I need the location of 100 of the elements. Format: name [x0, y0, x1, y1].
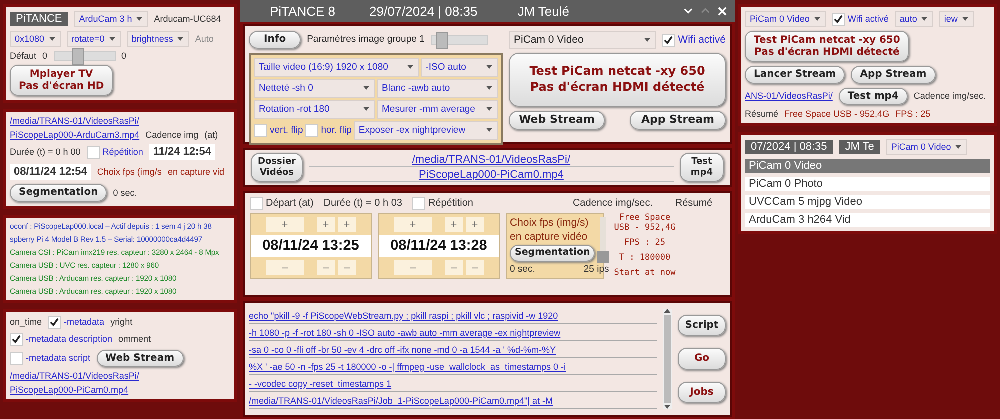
dropdown[interactable]: PiCam 0 Video — [745, 11, 826, 27]
file-path-link[interactable]: PiScopeLap000-PiCam0.mp4 — [10, 385, 129, 395]
file-path-link[interactable]: /media/TRANS-01/VideosRasPi/ — [10, 116, 140, 126]
button[interactable]: Test mp4 — [838, 88, 908, 105]
file-path-link[interactable]: PiScopeLap000-PiCam0.mp4 — [309, 168, 674, 182]
dropdown-option[interactable]: PiCam 0 Video — [745, 159, 990, 173]
label-text: omment — [118, 334, 152, 344]
decrement-button[interactable]: – — [466, 260, 484, 276]
checkbox-box[interactable] — [305, 124, 318, 136]
dropdown[interactable]: iew — [939, 11, 974, 27]
caret-icon — [486, 65, 493, 69]
scrollbar[interactable] — [663, 309, 672, 409]
stream-button[interactable]: App Stream — [630, 111, 726, 130]
window-title: PiTANCE — [10, 12, 68, 26]
dropdown[interactable]: Exposer -ex nightpreview — [354, 120, 498, 140]
dropdown[interactable]: Rotation -rot 180 — [254, 100, 375, 118]
dropdown[interactable]: ArduCam 3 h — [74, 11, 148, 27]
time-field[interactable]: 08/11/24 13:25 — [251, 235, 371, 258]
action-button[interactable]: Script — [678, 314, 726, 336]
action-button[interactable]: Jobs — [678, 382, 726, 404]
dropdown[interactable]: Blanc -awb auto — [377, 78, 498, 98]
scroll-down-icon[interactable] — [664, 405, 671, 409]
dropdown[interactable]: Taille video (16:9) 1920 x 1080 — [254, 58, 419, 76]
segmentation-button[interactable]: Segmentation — [510, 245, 596, 262]
label-text: Résumé — [745, 109, 779, 119]
checkbox-box[interactable] — [10, 332, 23, 346]
button[interactable]: Web Stream — [96, 350, 184, 367]
dropdown-option[interactable]: PiCam 0 Photo — [745, 177, 990, 191]
checkbox-label[interactable]: Répétition — [428, 198, 474, 210]
dropdown[interactable]: 0x1080 — [10, 31, 61, 47]
dropdown[interactable]: Netteté -sh 0 — [254, 78, 375, 98]
checkbox-label[interactable]: -metadata — [64, 317, 105, 327]
folder-button[interactable]: Dossier Vidéos — [251, 153, 303, 182]
checkbox-box[interactable] — [254, 124, 267, 136]
slider-thumb[interactable] — [72, 48, 84, 65]
camera-dropdown[interactable]: PiCam 0 Video — [509, 31, 656, 49]
checkbox-label[interactable]: -metadata description — [26, 334, 113, 344]
checkbox-label[interactable]: Wifi activé — [848, 14, 889, 24]
status-button[interactable]: Mplayer TV Pas d'écran HD — [10, 65, 114, 96]
caret-icon — [108, 37, 116, 41]
dropdown[interactable]: -ISO auto — [420, 58, 498, 76]
checkbox-label[interactable]: Départ (at) — [266, 198, 314, 210]
file-path-link[interactable]: ANS-01/VideosRasPi/ — [745, 91, 833, 102]
button[interactable]: Segmentation — [10, 184, 108, 202]
checkbox-box[interactable] — [832, 12, 845, 26]
summary-text: Start at now — [614, 268, 676, 278]
checkbox-label[interactable]: vert. flip — [270, 124, 304, 136]
status-button[interactable]: Test PiCam netcat -xy 650 Pas d'écran HDMI détecté — [509, 53, 726, 107]
maximize-icon[interactable] — [701, 8, 710, 14]
time-field[interactable]: 08/11/24 12:54 — [10, 164, 92, 180]
test-button[interactable]: Test mp4 — [680, 153, 724, 182]
checkbox-box[interactable] — [10, 352, 23, 365]
increment-button[interactable]: + — [466, 217, 484, 232]
label-text: Défaut — [10, 51, 37, 61]
slider-thumb[interactable] — [597, 251, 610, 264]
file-path-link[interactable]: PiScopeLap000-ArduCam3.mp4 — [10, 130, 140, 140]
time-field[interactable]: 08/11/24 13:28 — [379, 235, 499, 258]
dropdown[interactable]: rotate=0 — [66, 31, 121, 47]
dropdown[interactable]: Mesurer -mm average — [377, 100, 498, 118]
decrement-button[interactable]: – — [394, 260, 432, 276]
increment-button[interactable]: + — [317, 217, 335, 232]
stream-button[interactable]: Web Stream — [509, 111, 605, 130]
increment-button[interactable]: + — [394, 217, 432, 232]
dropdown[interactable]: brightness — [126, 31, 190, 47]
info-button[interactable]: Info — [249, 31, 302, 48]
checkbox-label[interactable]: hor. flip — [321, 124, 352, 136]
scroll-up-icon[interactable] — [664, 309, 671, 313]
decrement-button[interactable]: – — [445, 260, 463, 276]
dropdown-option[interactable]: ArduCam 3 h264 Vid — [745, 213, 990, 227]
rate-label: Cadence img/sec. — [572, 198, 653, 210]
close-icon[interactable] — [718, 6, 727, 16]
dropdown[interactable]: PiCam 0 Video — [886, 139, 968, 155]
checkbox-box[interactable] — [48, 316, 62, 328]
increment-button[interactable]: + — [445, 217, 463, 232]
decrement-button[interactable]: – — [266, 260, 304, 276]
dropdown-option[interactable]: UVCCam 5 mjpg Video — [745, 195, 990, 209]
checkbox-box[interactable] — [86, 146, 100, 158]
group-label: Paramètres image groupe 1 — [307, 34, 425, 46]
button[interactable]: Lancer Stream — [745, 66, 846, 84]
action-button[interactable]: Go — [678, 348, 726, 370]
dropdown[interactable]: auto — [894, 11, 934, 27]
slider-thumb[interactable] — [436, 32, 448, 49]
minimize-icon[interactable] — [684, 8, 693, 14]
decrement-button[interactable]: – — [338, 260, 356, 276]
caret-icon — [486, 107, 493, 111]
script-text[interactable]: echo "pkill -9 -f PiScopeWebStream.py ; pkill raspi ; pkill vlc ; raspivid -w 1920 -h 1080 -p -f -rot 180 -sh 0 -ISO auto -awb auto -mm average -ex nightpreview -sa 0 -co 0 -fli off -br 50 -ev 4 -drc off -ifx none -md 0 -a 1544 -a ' %d-%m-%Y %X ' -ae 50 -n -fps 25 -t 180000 -o -| ffmpeg -use_wallclock_as_timestamps 0 -i - -vcodec copy -reset_timestamps 1 /media/TRANS-01/VideosRasPi/Job_1-PiScopeLap000-PiCam0.mp4"| at -M — [249, 309, 657, 409]
file-path-link[interactable]: /media/TRANS-01/VideosRasPi/ — [10, 371, 140, 381]
checkbox-box[interactable] — [412, 197, 426, 210]
button[interactable]: App Stream — [851, 66, 936, 84]
increment-button[interactable]: + — [338, 217, 356, 232]
status-button[interactable]: Test PiCam netcat -xy 650 Pas d'écran HDMI détecté — [745, 31, 910, 62]
decrement-button[interactable]: – — [317, 260, 335, 276]
checkbox-label[interactable]: Répétition — [102, 147, 144, 157]
time-field[interactable]: 11/24 12:54 — [149, 144, 216, 160]
increment-button[interactable]: + — [266, 217, 304, 232]
checkbox-label[interactable]: Wifi activé — [678, 34, 726, 46]
file-path-link[interactable]: /media/TRANS-01/VideosRasPi/ — [309, 154, 674, 167]
checkbox-box[interactable] — [662, 34, 676, 46]
checkbox-box[interactable] — [250, 197, 263, 210]
checkbox-label[interactable]: -metadata script — [26, 353, 91, 364]
